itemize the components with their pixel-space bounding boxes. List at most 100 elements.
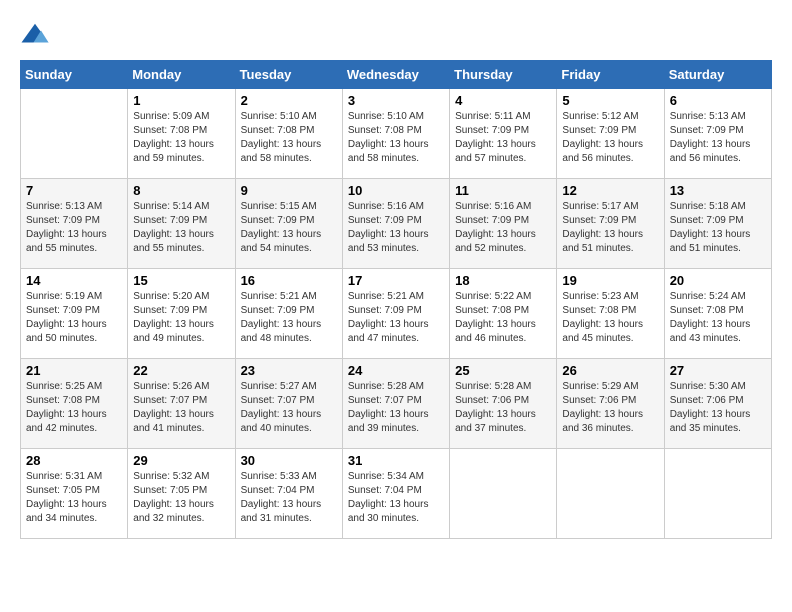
day-info: Sunrise: 5:34 AMSunset: 7:04 PMDaylight:…: [348, 470, 444, 526]
day-number: 24: [348, 363, 444, 378]
day-info: Sunrise: 5:12 AMSunset: 7:09 PMDaylight:…: [562, 110, 658, 166]
day-number: 8: [133, 183, 229, 198]
calendar-cell: 17 Sunrise: 5:21 AMSunset: 7:09 PMDayligh…: [342, 269, 449, 359]
calendar-cell: [664, 449, 771, 539]
calendar-week-row: 14 Sunrise: 5:19 AMSunset: 7:09 PMDayligh…: [21, 269, 772, 359]
day-info: Sunrise: 5:31 AMSunset: 7:05 PMDaylight:…: [26, 470, 122, 526]
calendar-cell: 14 Sunrise: 5:19 AMSunset: 7:09 PMDayligh…: [21, 269, 128, 359]
calendar-cell: 29 Sunrise: 5:32 AMSunset: 7:05 PMDayligh…: [128, 449, 235, 539]
day-header-sunday: Sunday: [21, 61, 128, 89]
day-number: 20: [670, 273, 766, 288]
calendar-cell: 22 Sunrise: 5:26 AMSunset: 7:07 PMDayligh…: [128, 359, 235, 449]
calendar-cell: 12 Sunrise: 5:17 AMSunset: 7:09 PMDayligh…: [557, 179, 664, 269]
calendar-cell: [557, 449, 664, 539]
calendar-cell: 11 Sunrise: 5:16 AMSunset: 7:09 PMDayligh…: [450, 179, 557, 269]
day-number: 18: [455, 273, 551, 288]
calendar-cell: [21, 89, 128, 179]
day-number: 4: [455, 93, 551, 108]
calendar-cell: 1Sunrise: 5:09 AMSunset: 7:08 PMDaylight…: [128, 89, 235, 179]
day-header-monday: Monday: [128, 61, 235, 89]
calendar-cell: 8 Sunrise: 5:14 AMSunset: 7:09 PMDaylight…: [128, 179, 235, 269]
calendar-cell: 23 Sunrise: 5:27 AMSunset: 7:07 PMDayligh…: [235, 359, 342, 449]
day-info: Sunrise: 5:32 AMSunset: 7:05 PMDaylight:…: [133, 470, 229, 526]
day-number: 11: [455, 183, 551, 198]
calendar-cell: 9 Sunrise: 5:15 AMSunset: 7:09 PMDaylight…: [235, 179, 342, 269]
calendar-cell: 21Sunrise: 5:25 AMSunset: 7:08 PMDayligh…: [21, 359, 128, 449]
day-info: Sunrise: 5:27 AMSunset: 7:07 PMDaylight:…: [241, 380, 337, 436]
day-info: Sunrise: 5:20 AMSunset: 7:09 PMDaylight:…: [133, 290, 229, 346]
logo-icon: [20, 20, 50, 50]
calendar-cell: 28Sunrise: 5:31 AMSunset: 7:05 PMDayligh…: [21, 449, 128, 539]
calendar-cell: 6 Sunrise: 5:13 AMSunset: 7:09 PMDaylight…: [664, 89, 771, 179]
day-number: 9: [241, 183, 337, 198]
day-number: 13: [670, 183, 766, 198]
calendar-cell: 24 Sunrise: 5:28 AMSunset: 7:07 PMDayligh…: [342, 359, 449, 449]
calendar-cell: 5 Sunrise: 5:12 AMSunset: 7:09 PMDaylight…: [557, 89, 664, 179]
day-info: Sunrise: 5:16 AMSunset: 7:09 PMDaylight:…: [455, 200, 551, 256]
calendar-week-row: 1Sunrise: 5:09 AMSunset: 7:08 PMDaylight…: [21, 89, 772, 179]
day-header-tuesday: Tuesday: [235, 61, 342, 89]
calendar-table: SundayMondayTuesdayWednesdayThursdayFrid…: [20, 60, 772, 539]
day-number: 23: [241, 363, 337, 378]
day-number: 30: [241, 453, 337, 468]
day-info: Sunrise: 5:33 AMSunset: 7:04 PMDaylight:…: [241, 470, 337, 526]
day-number: 2: [241, 93, 337, 108]
calendar-cell: 27Sunrise: 5:30 AMSunset: 7:06 PMDayligh…: [664, 359, 771, 449]
day-number: 21: [26, 363, 122, 378]
calendar-cell: 20 Sunrise: 5:24 AMSunset: 7:08 PMDayligh…: [664, 269, 771, 359]
day-info: Sunrise: 5:13 AMSunset: 7:09 PMDaylight:…: [26, 200, 122, 256]
calendar-cell: 26Sunrise: 5:29 AMSunset: 7:06 PMDayligh…: [557, 359, 664, 449]
day-header-wednesday: Wednesday: [342, 61, 449, 89]
day-number: 7: [26, 183, 122, 198]
day-info: Sunrise: 5:13 AMSunset: 7:09 PMDaylight:…: [670, 110, 766, 166]
day-number: 29: [133, 453, 229, 468]
calendar-week-row: 28Sunrise: 5:31 AMSunset: 7:05 PMDayligh…: [21, 449, 772, 539]
calendar-header-row: SundayMondayTuesdayWednesdayThursdayFrid…: [21, 61, 772, 89]
day-number: 10: [348, 183, 444, 198]
day-info: Sunrise: 5:15 AMSunset: 7:09 PMDaylight:…: [241, 200, 337, 256]
day-info: Sunrise: 5:11 AMSunset: 7:09 PMDaylight:…: [455, 110, 551, 166]
day-info: Sunrise: 5:16 AMSunset: 7:09 PMDaylight:…: [348, 200, 444, 256]
calendar-cell: 7 Sunrise: 5:13 AMSunset: 7:09 PMDaylight…: [21, 179, 128, 269]
calendar-cell: 30 Sunrise: 5:33 AMSunset: 7:04 PMDayligh…: [235, 449, 342, 539]
day-info: Sunrise: 5:21 AMSunset: 7:09 PMDaylight:…: [348, 290, 444, 346]
calendar-week-row: 21Sunrise: 5:25 AMSunset: 7:08 PMDayligh…: [21, 359, 772, 449]
calendar-cell: 25 Sunrise: 5:28 AMSunset: 7:06 PMDayligh…: [450, 359, 557, 449]
day-info: Sunrise: 5:23 AMSunset: 7:08 PMDaylight:…: [562, 290, 658, 346]
day-number: 5: [562, 93, 658, 108]
day-number: 15: [133, 273, 229, 288]
day-number: 14: [26, 273, 122, 288]
calendar-cell: 15 Sunrise: 5:20 AMSunset: 7:09 PMDayligh…: [128, 269, 235, 359]
day-number: 17: [348, 273, 444, 288]
calendar-cell: 16Sunrise: 5:21 AMSunset: 7:09 PMDayligh…: [235, 269, 342, 359]
page-header: [20, 20, 772, 50]
day-number: 19: [562, 273, 658, 288]
day-number: 12: [562, 183, 658, 198]
day-number: 22: [133, 363, 229, 378]
day-info: Sunrise: 5:24 AMSunset: 7:08 PMDaylight:…: [670, 290, 766, 346]
day-info: Sunrise: 5:18 AMSunset: 7:09 PMDaylight:…: [670, 200, 766, 256]
logo: [20, 20, 54, 50]
day-number: 25: [455, 363, 551, 378]
calendar-cell: 4 Sunrise: 5:11 AMSunset: 7:09 PMDaylight…: [450, 89, 557, 179]
calendar-cell: 3 Sunrise: 5:10 AMSunset: 7:08 PMDaylight…: [342, 89, 449, 179]
day-number: 6: [670, 93, 766, 108]
calendar-week-row: 7 Sunrise: 5:13 AMSunset: 7:09 PMDaylight…: [21, 179, 772, 269]
day-info: Sunrise: 5:29 AMSunset: 7:06 PMDaylight:…: [562, 380, 658, 436]
day-header-thursday: Thursday: [450, 61, 557, 89]
day-info: Sunrise: 5:28 AMSunset: 7:06 PMDaylight:…: [455, 380, 551, 436]
day-info: Sunrise: 5:19 AMSunset: 7:09 PMDaylight:…: [26, 290, 122, 346]
day-info: Sunrise: 5:26 AMSunset: 7:07 PMDaylight:…: [133, 380, 229, 436]
day-number: 31: [348, 453, 444, 468]
day-info: Sunrise: 5:14 AMSunset: 7:09 PMDaylight:…: [133, 200, 229, 256]
day-number: 3: [348, 93, 444, 108]
day-info: Sunrise: 5:09 AMSunset: 7:08 PMDaylight:…: [133, 110, 229, 166]
calendar-cell: 2Sunrise: 5:10 AMSunset: 7:08 PMDaylight…: [235, 89, 342, 179]
day-info: Sunrise: 5:28 AMSunset: 7:07 PMDaylight:…: [348, 380, 444, 436]
day-header-saturday: Saturday: [664, 61, 771, 89]
day-info: Sunrise: 5:30 AMSunset: 7:06 PMDaylight:…: [670, 380, 766, 436]
day-info: Sunrise: 5:17 AMSunset: 7:09 PMDaylight:…: [562, 200, 658, 256]
calendar-cell: 13 Sunrise: 5:18 AMSunset: 7:09 PMDayligh…: [664, 179, 771, 269]
day-info: Sunrise: 5:10 AMSunset: 7:08 PMDaylight:…: [348, 110, 444, 166]
calendar-cell: 19 Sunrise: 5:23 AMSunset: 7:08 PMDayligh…: [557, 269, 664, 359]
